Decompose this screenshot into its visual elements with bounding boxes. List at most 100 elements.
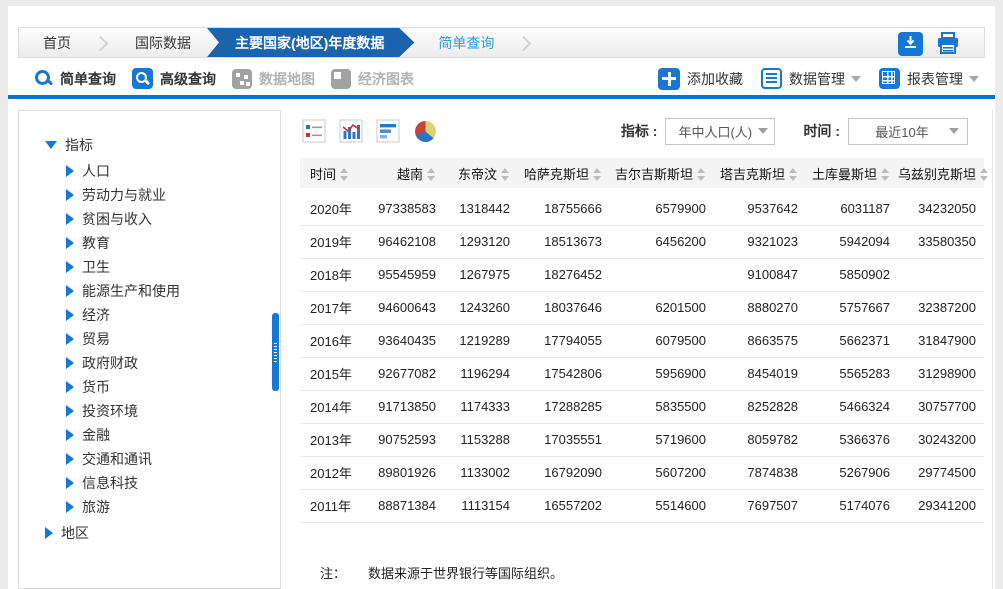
value-cell: 29774500 [898, 456, 984, 489]
value-cell: 31847900 [898, 324, 984, 357]
page: 首页 国际数据 主要国家(地区)年度数据 简单查询 简单查询 高级查询 数据地图 [8, 6, 995, 589]
value-cell: 17794055 [518, 324, 610, 357]
sidebar-item-label: 经济 [82, 305, 110, 325]
sidebar-item-能源生产和使用[interactable]: 能源生产和使用 [45, 279, 280, 303]
value-cell: 8059782 [714, 423, 806, 456]
sidebar-item-金融[interactable]: 金融 [45, 423, 280, 447]
value-cell: 96462108 [362, 225, 444, 258]
sort-icon[interactable] [980, 167, 989, 182]
year-cell: 2018年 [300, 258, 362, 291]
sort-icon[interactable] [501, 167, 510, 182]
sidebar-root-indicators[interactable]: 指标 [45, 133, 280, 157]
value-cell: 5607200 [610, 456, 714, 489]
sidebar-item-label: 贫困与收入 [82, 209, 152, 229]
sidebar-item-投资环境[interactable]: 投资环境 [45, 399, 280, 423]
column-header-吉尔吉斯斯坦[interactable]: 吉尔吉斯斯坦 [610, 158, 714, 188]
print-button[interactable] [935, 32, 961, 57]
column-header-塔吉克斯坦[interactable]: 塔吉克斯坦 [714, 158, 806, 188]
table-row: 2011年88871384111315416557202551460076975… [300, 489, 984, 522]
column-header-越南[interactable]: 越南 [362, 158, 444, 188]
column-chart-icon [339, 119, 363, 143]
breadcrumb-active-tab[interactable]: 主要国家(地区)年度数据 [207, 28, 414, 57]
sidebar-item-劳动力与就业[interactable]: 劳动力与就业 [45, 183, 280, 207]
sidebar-item-卫生[interactable]: 卫生 [45, 255, 280, 279]
sidebar-item-label: 货币 [82, 377, 110, 397]
download-button[interactable] [898, 32, 923, 56]
data-management-menu[interactable]: 数据管理 [761, 68, 861, 89]
value-cell: 7697507 [714, 489, 806, 522]
value-cell: 9321023 [714, 225, 806, 258]
sidebar-item-label: 信息科技 [82, 473, 138, 493]
breadcrumb-simple-query[interactable]: 简单查询 [414, 28, 518, 57]
year-cell: 2020年 [300, 192, 362, 225]
value-cell: 18513673 [518, 225, 610, 258]
chevron-right-icon [95, 28, 111, 57]
sidebar-item-label: 旅游 [82, 497, 110, 517]
sort-icon[interactable] [697, 167, 706, 182]
year-cell: 2017年 [300, 291, 362, 324]
breadcrumb-international-data[interactable]: 国际数据 [111, 28, 215, 57]
value-cell: 8454019 [714, 357, 806, 390]
value-cell: 5174076 [806, 489, 898, 522]
value-cell: 93640435 [362, 324, 444, 357]
sidebar-item-交通和通讯[interactable]: 交通和通讯 [45, 447, 280, 471]
time-dropdown[interactable]: 最近10年 [848, 118, 968, 145]
column-header-乌兹别克斯坦[interactable]: 乌兹别克斯坦 [898, 158, 984, 188]
sidebar-item-教育[interactable]: 教育 [45, 231, 280, 255]
value-cell: 1243260 [444, 291, 518, 324]
report-management-menu[interactable]: 报表管理 [879, 68, 979, 89]
add-favorite-button[interactable]: 添加收藏 [658, 68, 743, 90]
sidebar-item-贫困与收入[interactable]: 贫困与收入 [45, 207, 280, 231]
year-cell: 2019年 [300, 225, 362, 258]
sidebar-item-贸易[interactable]: 贸易 [45, 327, 280, 351]
sort-icon[interactable] [789, 167, 798, 182]
table-row: 2016年93640435121928917794055607950086635… [300, 324, 984, 357]
sort-icon[interactable] [340, 167, 349, 182]
sort-icon[interactable] [593, 167, 602, 182]
sidebar-item-货币[interactable]: 货币 [45, 375, 280, 399]
sort-icon[interactable] [881, 167, 890, 182]
pie-chart-view-button[interactable] [413, 119, 437, 143]
value-cell [610, 258, 714, 291]
expand-icon [66, 429, 74, 441]
bar-chart-view-button[interactable] [376, 119, 400, 143]
indicator-dropdown[interactable]: 年中人口(人) [665, 118, 775, 145]
sidebar-item-经济[interactable]: 经济 [45, 303, 280, 327]
advanced-query-button[interactable]: 高级查询 [132, 68, 216, 89]
note-text: 数据来源于世界银行等国际组织。 [368, 563, 563, 582]
sort-icon[interactable] [427, 167, 436, 182]
year-cell: 2015年 [300, 357, 362, 390]
sidebar-item-信息科技[interactable]: 信息科技 [45, 471, 280, 495]
column-header-label: 吉尔吉斯斯坦 [615, 167, 693, 182]
table-row: 2014年91713850117433317288285583550082528… [300, 390, 984, 423]
sidebar-item-label: 卫生 [82, 257, 110, 277]
value-cell: 5956900 [610, 357, 714, 390]
value-cell: 5850902 [806, 258, 898, 291]
value-cell: 92677082 [362, 357, 444, 390]
value-cell: 16792090 [518, 456, 610, 489]
sidebar-item-人口[interactable]: 人口 [45, 159, 280, 183]
table-view-button[interactable] [302, 119, 326, 143]
table-row: 2018年95545959126797518276452910084758509… [300, 258, 984, 291]
expand-icon [66, 477, 74, 489]
column-header-东帝汶[interactable]: 东帝汶 [444, 158, 518, 188]
table-row: 2015年92677082119629417542806595690084540… [300, 357, 984, 390]
expand-icon [66, 405, 74, 417]
bar-chart-icon [376, 119, 400, 143]
expand-icon [66, 333, 74, 345]
value-cell: 5565283 [806, 357, 898, 390]
value-cell: 5267906 [806, 456, 898, 489]
column-header-时间[interactable]: 时间 [300, 158, 362, 188]
column-header-土库曼斯坦[interactable]: 土库曼斯坦 [806, 158, 898, 188]
expand-icon [66, 261, 74, 273]
column-header-哈萨克斯坦[interactable]: 哈萨克斯坦 [518, 158, 610, 188]
sidebar-root-regions[interactable]: 地区 [45, 521, 280, 545]
sidebar-item-政府财政[interactable]: 政府财政 [45, 351, 280, 375]
simple-query-button[interactable]: 简单查询 [34, 69, 116, 89]
column-chart-view-button[interactable] [339, 119, 363, 143]
sidebar-item-旅游[interactable]: 旅游 [45, 495, 280, 519]
value-cell: 1113154 [444, 489, 518, 522]
breadcrumb-home[interactable]: 首页 [19, 28, 95, 57]
sidebar-scrollbar-thumb[interactable] [272, 313, 279, 391]
value-cell: 91713850 [362, 390, 444, 423]
